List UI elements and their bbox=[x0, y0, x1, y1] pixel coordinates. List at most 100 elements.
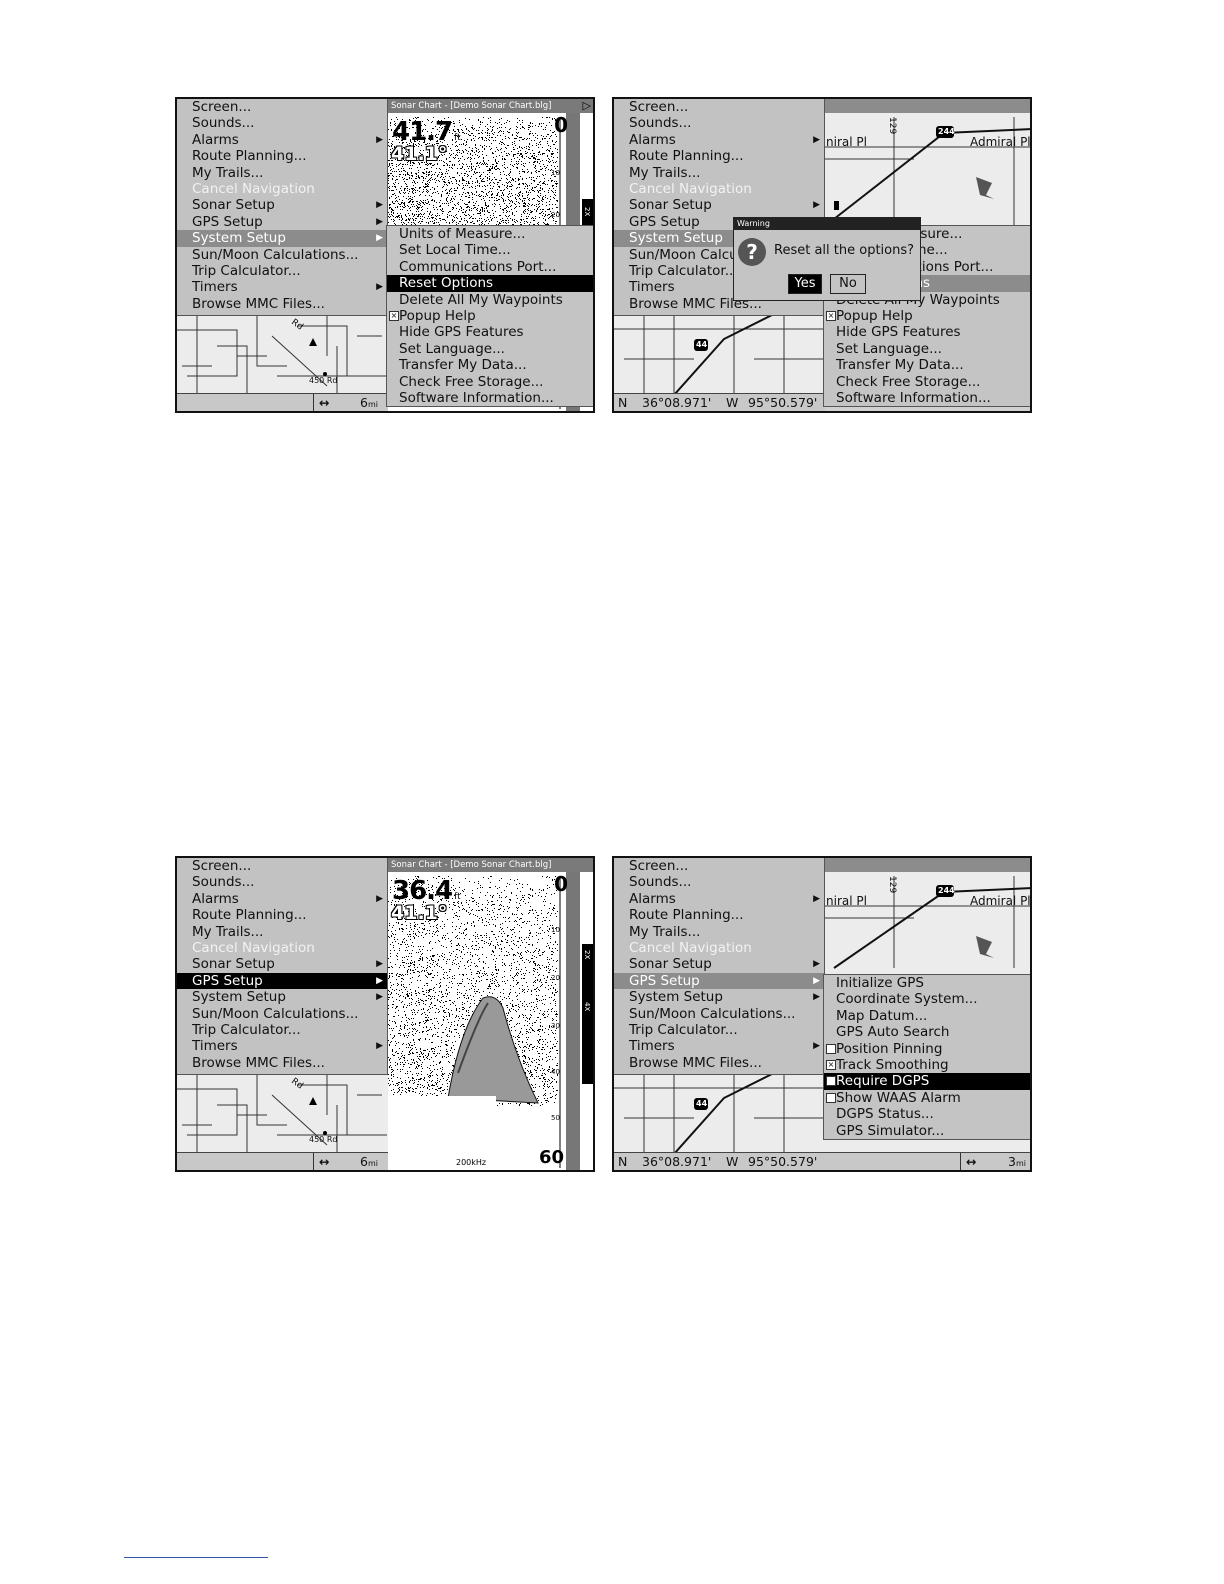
menu-item[interactable]: Sounds... bbox=[177, 874, 387, 890]
submenu-item[interactable]: Transfer My Data... bbox=[824, 357, 1030, 373]
highway-shield-244: 244 bbox=[938, 886, 955, 895]
checkbox-checked-icon[interactable]: × bbox=[826, 310, 836, 321]
submenu-item[interactable]: Software Information... bbox=[824, 390, 1030, 406]
submenu-item[interactable]: Map Datum... bbox=[824, 1008, 1030, 1024]
menu-item[interactable]: Sun/Moon Calculations... bbox=[614, 1006, 824, 1022]
checkbox-icon[interactable] bbox=[826, 1043, 836, 1054]
submenu-item[interactable]: DGPS Status... bbox=[824, 1106, 1030, 1122]
menu-item[interactable]: Route Planning... bbox=[614, 148, 824, 164]
menu-item[interactable]: Trip Calculator... bbox=[177, 1022, 387, 1038]
menu-item[interactable]: Route Planning... bbox=[177, 907, 387, 923]
submenu-item[interactable]: Hide GPS Features bbox=[387, 324, 593, 341]
menu-item-label: My Trails... bbox=[192, 923, 264, 940]
submenu-item-label: Hide GPS Features bbox=[399, 324, 524, 341]
menu-item[interactable]: My Trails... bbox=[614, 165, 824, 181]
submenu-arrow-icon: ▶ bbox=[813, 959, 820, 970]
menu-item[interactable]: System Setup ▶ bbox=[614, 989, 824, 1005]
submenu-item[interactable]: Transfer My Data... bbox=[387, 357, 593, 373]
menu-item[interactable]: Screen... bbox=[614, 858, 824, 874]
menu-item[interactable]: Sonar Setup ▶ bbox=[614, 197, 824, 213]
menu-item[interactable]: Alarms ▶ bbox=[177, 132, 387, 148]
submenu-item[interactable]: Check Free Storage... bbox=[824, 374, 1030, 390]
menu-item[interactable]: Alarms ▶ bbox=[614, 132, 824, 148]
submenu-item[interactable]: Hide GPS Features bbox=[824, 324, 1030, 340]
submenu-item[interactable]: Require DGPS bbox=[824, 1073, 1030, 1090]
menu-item[interactable]: Route Planning... bbox=[177, 148, 387, 164]
menu-item[interactable]: Sounds... bbox=[614, 115, 824, 131]
menu-item[interactable]: GPS Setup ▶ bbox=[614, 972, 824, 990]
menu-item-label: GPS Setup bbox=[192, 213, 263, 230]
map-pane[interactable]: Rd 450 Rd bbox=[177, 316, 388, 394]
submenu-item[interactable]: GPS Auto Search bbox=[824, 1024, 1030, 1040]
submenu-item[interactable]: Communications Port... bbox=[387, 259, 593, 275]
menu-item[interactable]: Timers ▶ bbox=[177, 1038, 387, 1054]
yes-button[interactable]: Yes bbox=[788, 274, 822, 294]
sonar-title: Sonar Chart - [Demo Sonar Chart.blg] bbox=[388, 858, 593, 872]
menu-item[interactable]: Sonar Setup ▶ bbox=[177, 197, 387, 213]
submenu-item[interactable]: GPS Simulator... bbox=[824, 1123, 1030, 1139]
menu-item[interactable]: Sounds... bbox=[614, 874, 824, 890]
menu-item[interactable]: Trip Calculator... bbox=[177, 263, 387, 279]
menu-item[interactable]: Timers ▶ bbox=[614, 1038, 824, 1054]
range-value: 3mi bbox=[1008, 1154, 1026, 1169]
submenu-item[interactable]: Units of Measure... bbox=[387, 226, 593, 242]
submenu-item[interactable]: × Popup Help bbox=[387, 308, 593, 324]
checkbox-icon[interactable] bbox=[826, 1092, 836, 1103]
menu-item[interactable]: Sun/Moon Calculations... bbox=[177, 247, 387, 263]
menu-item[interactable]: My Trails... bbox=[614, 924, 824, 940]
menu-item[interactable]: My Trails... bbox=[177, 165, 387, 181]
menu-item[interactable]: My Trails... bbox=[177, 924, 387, 940]
submenu-item[interactable]: Show WAAS Alarm bbox=[824, 1090, 1030, 1106]
submenu-item-label: Set Language... bbox=[836, 340, 942, 357]
submenu-arrow-icon: ▶ bbox=[376, 282, 383, 293]
main-menu: Screen... Sounds... Alarms ▶ Route Planning.… bbox=[177, 858, 388, 1075]
submenu-arrow-icon: ▶ bbox=[813, 893, 820, 904]
submenu-item[interactable]: Set Local Time... bbox=[387, 242, 593, 258]
submenu-item[interactable]: Set Language... bbox=[824, 340, 1030, 357]
menu-item[interactable]: Trip Calculator... bbox=[614, 1022, 824, 1038]
menu-item-label: Sounds... bbox=[192, 115, 255, 132]
map-pane[interactable]: Rd 450 Rd bbox=[177, 1075, 388, 1153]
submenu-item-label: Require DGPS bbox=[836, 1073, 930, 1090]
position-status-bar: N 36°08.971' W 95°50.579' ↔ 3mi bbox=[614, 1152, 1030, 1170]
menu-item[interactable]: Alarms ▶ bbox=[614, 891, 824, 907]
menu-item-label: GPS Setup bbox=[629, 213, 700, 230]
checkbox-icon[interactable] bbox=[826, 1076, 836, 1087]
road-label: 450 Rd bbox=[309, 376, 338, 385]
submenu-item[interactable]: Coordinate System... bbox=[824, 991, 1030, 1007]
menu-item[interactable]: Sun/Moon Calculations... bbox=[177, 1006, 387, 1022]
menu-item[interactable]: Sonar Setup ▶ bbox=[177, 956, 387, 972]
menu-item[interactable]: Browse MMC Files... bbox=[177, 296, 387, 312]
menu-item[interactable]: Sounds... bbox=[177, 115, 387, 131]
menu-item[interactable]: Screen... bbox=[177, 858, 387, 874]
checkbox-checked-icon[interactable]: × bbox=[389, 310, 399, 321]
submenu-item[interactable]: × Track Smoothing bbox=[824, 1057, 1030, 1073]
submenu-item[interactable]: Initialize GPS bbox=[824, 975, 1030, 991]
submenu-arrow-icon: ▶ bbox=[813, 200, 820, 211]
no-button[interactable]: No bbox=[830, 274, 866, 294]
menu-item[interactable]: System Setup ▶ bbox=[177, 230, 387, 247]
submenu-item[interactable]: Delete All My Waypoints bbox=[387, 292, 593, 308]
menu-item[interactable]: Browse MMC Files... bbox=[614, 1055, 824, 1071]
dialog-message: Reset all the options? bbox=[774, 243, 915, 258]
menu-item[interactable]: Route Planning... bbox=[614, 907, 824, 923]
submenu-item[interactable]: Position Pinning bbox=[824, 1041, 1030, 1057]
checkbox-checked-icon[interactable]: × bbox=[826, 1059, 836, 1070]
menu-item[interactable]: GPS Setup ▶ bbox=[177, 214, 387, 230]
menu-item[interactable]: Browse MMC Files... bbox=[177, 1055, 387, 1071]
menu-item[interactable]: Screen... bbox=[614, 99, 824, 115]
menu-item[interactable]: System Setup ▶ bbox=[177, 989, 387, 1005]
menu-item-label: Sounds... bbox=[629, 874, 692, 891]
menu-item[interactable]: Alarms ▶ bbox=[177, 891, 387, 907]
play-icon[interactable]: ▷ bbox=[583, 99, 591, 112]
menu-item[interactable]: Timers ▶ bbox=[177, 279, 387, 295]
submenu-item[interactable]: Set Language... bbox=[387, 341, 593, 357]
submenu-item[interactable]: × Popup Help bbox=[824, 308, 1030, 324]
menu-item[interactable]: GPS Setup ▶ bbox=[177, 972, 387, 990]
submenu-item[interactable]: Software Information... bbox=[387, 390, 593, 406]
submenu-item[interactable]: Check Free Storage... bbox=[387, 374, 593, 390]
submenu-item[interactable]: Reset Options bbox=[387, 275, 593, 292]
menu-item[interactable]: Sonar Setup ▶ bbox=[614, 956, 824, 972]
menu-item[interactable]: Screen... bbox=[177, 99, 387, 115]
submenu-item-label: Initialize GPS bbox=[836, 975, 924, 991]
